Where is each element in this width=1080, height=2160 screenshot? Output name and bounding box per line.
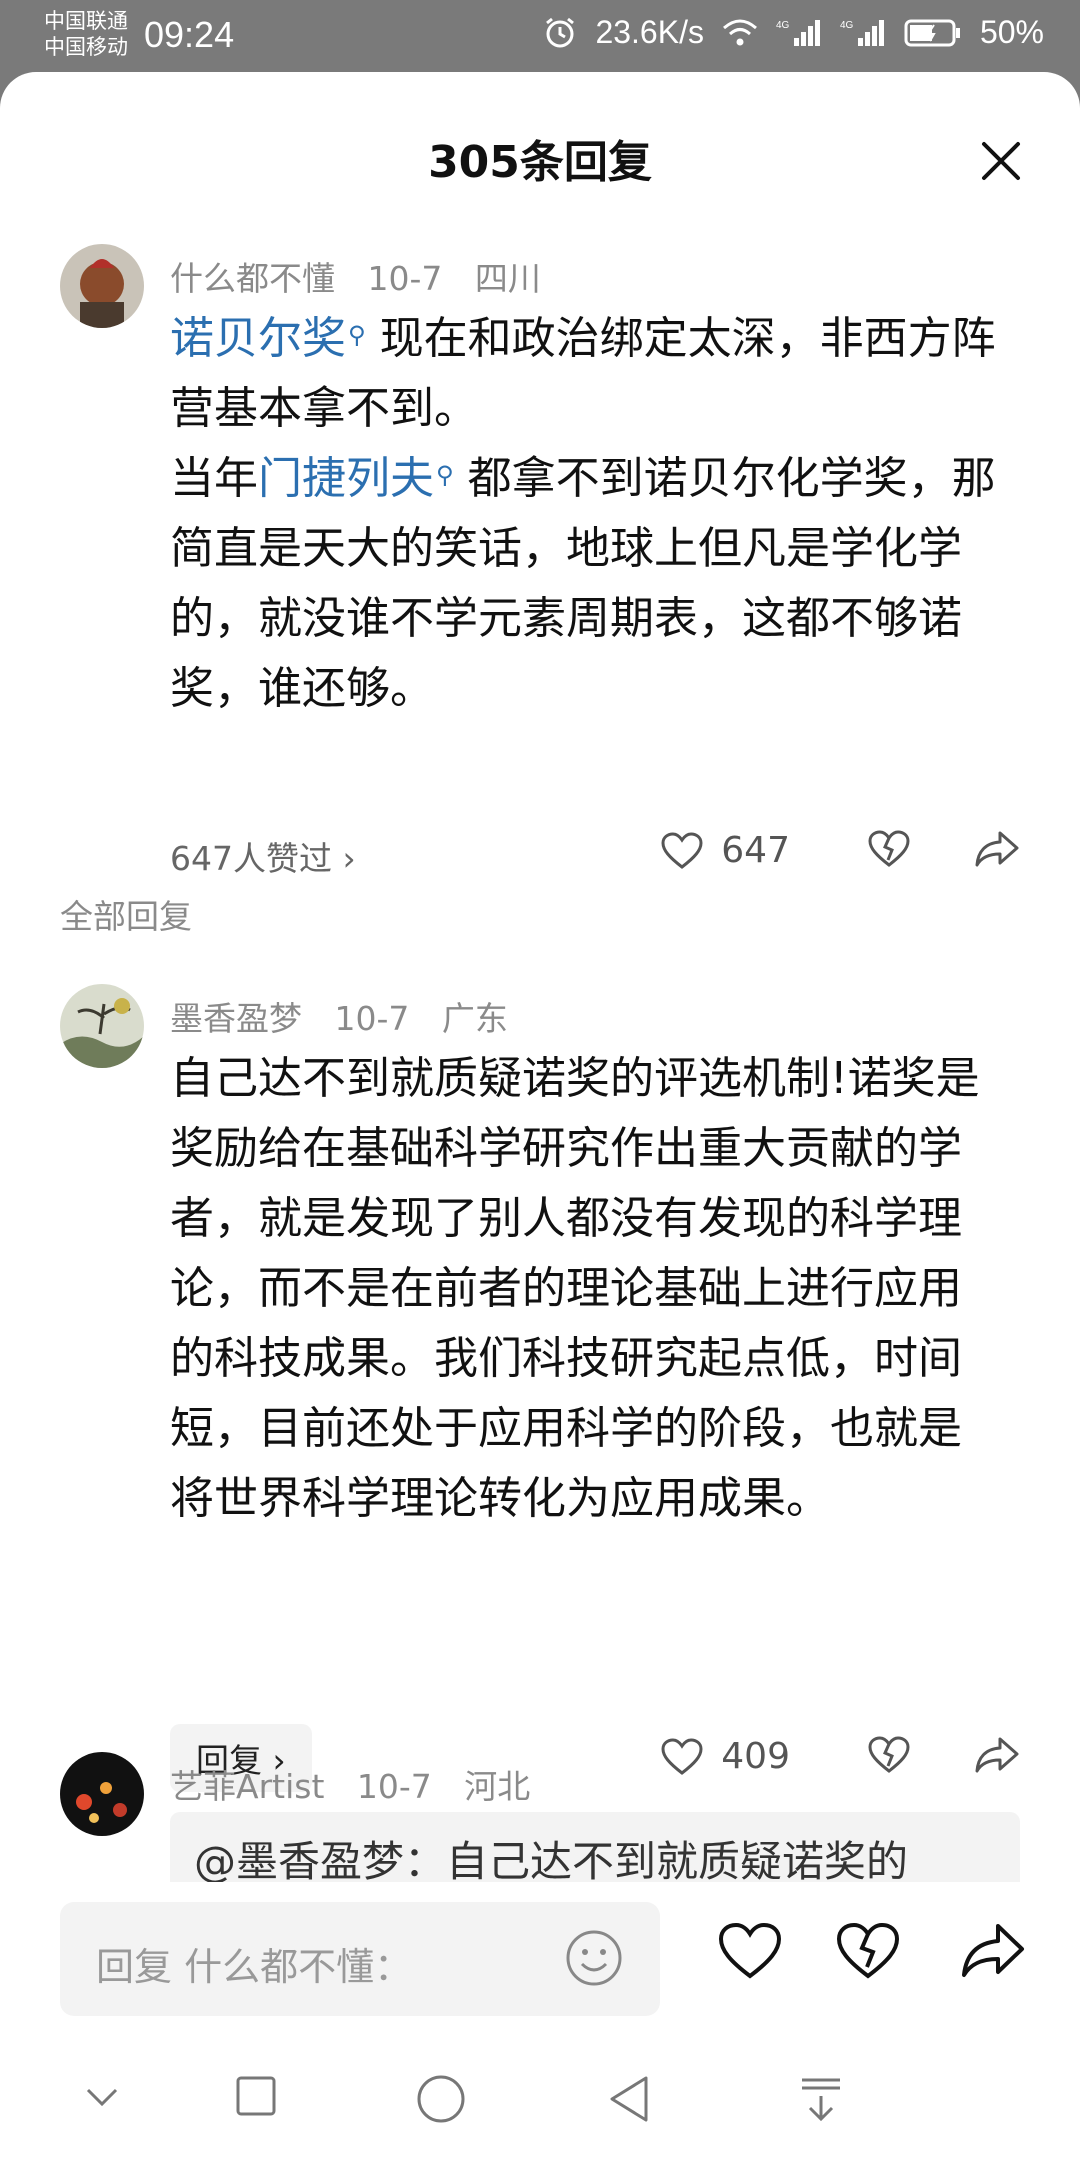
heart-icon <box>661 1737 703 1775</box>
comment-meta: 墨香盈梦 10-7 广东 <box>170 992 530 1040</box>
status-bar: 中国联通 中国移动 09:24 23.6K/s 4G 4G 50% <box>0 0 1080 74</box>
share-icon <box>975 831 1019 867</box>
comment-date: 10-7 <box>334 999 410 1038</box>
quoted-text: @墨香盈梦：自己达不到就质疑诺奖的 <box>194 1837 909 1886</box>
back-icon[interactable] <box>606 2074 652 2128</box>
comment-location: 广东 <box>441 999 508 1038</box>
avatar[interactable] <box>60 1752 144 1836</box>
recents-icon[interactable] <box>234 2074 278 2122</box>
status-icons: 23.6K/s 4G 4G 50% <box>543 14 1044 51</box>
share-button[interactable] <box>974 1736 1020 1778</box>
signal-icon-2: 4G <box>840 18 886 48</box>
system-nav-bar <box>0 2040 1080 2160</box>
heart-icon[interactable] <box>718 1922 782 1984</box>
close-icon[interactable] <box>974 134 1028 188</box>
comment-body: 诺贝尔奖⚲ 现在和政治绑定太深，非西方阵营基本拿不到。 当年门捷列夫⚲ 都拿不到诺… <box>170 313 996 714</box>
username[interactable]: 什么都不懂 <box>170 259 335 298</box>
sheet-title: 305条回复 <box>428 137 652 188</box>
comment-date: 10-7 <box>356 1767 432 1806</box>
battery-icon <box>904 18 962 48</box>
broken-heart-icon[interactable] <box>836 1922 900 1984</box>
username[interactable]: 墨香盈梦 <box>170 999 302 1038</box>
comment-meta: 什么都不懂 10-7 四川 <box>170 252 563 300</box>
broken-heart-icon <box>868 830 910 867</box>
signal-icon: 4G <box>776 18 822 48</box>
broken-heart-icon <box>868 1736 910 1773</box>
home-icon[interactable] <box>416 2074 466 2128</box>
alarm-icon <box>543 16 577 50</box>
like-button[interactable]: 409 <box>661 1736 790 1777</box>
dislike-button[interactable] <box>868 830 910 872</box>
section-label-all-replies: 全部回复 <box>60 897 192 936</box>
battery-level: 50% <box>979 14 1044 50</box>
replies-sheet: 305条回复 什么都不懂 10-7 四川 诺贝尔奖⚲ 现在和政治绑定太深，非西方… <box>0 72 1080 2160</box>
topic-link[interactable]: 诺贝尔奖⚲ <box>170 313 366 364</box>
clock: 09:24 <box>144 14 235 55</box>
svg-text:4G: 4G <box>840 20 854 31</box>
username[interactable]: 艺菲Artist <box>170 1767 324 1806</box>
topic-link[interactable]: 门捷列夫⚲ <box>258 453 454 504</box>
wifi-icon <box>722 18 758 48</box>
search-icon: ⚲ <box>348 321 366 349</box>
carrier-1: 中国联通 <box>44 9 128 33</box>
liked-by-link[interactable]: 647人赞过 › <box>170 832 356 880</box>
comment-location: 四川 <box>474 259 541 298</box>
chevron-down-icon[interactable] <box>80 2074 124 2122</box>
comment-location: 河北 <box>464 1767 531 1806</box>
net-speed: 23.6K/s <box>595 14 704 50</box>
comment-meta: 艺菲Artist 10-7 河北 <box>170 1760 552 1808</box>
carrier-2: 中国移动 <box>44 35 128 59</box>
carrier-info: 中国联通 中国移动 <box>44 8 128 60</box>
share-icon <box>975 1737 1019 1773</box>
share-icon[interactable] <box>960 1922 1026 1984</box>
avatar[interactable] <box>60 244 144 328</box>
comment-date: 10-7 <box>367 259 443 298</box>
notification-shade-icon[interactable] <box>798 2074 844 2128</box>
like-count: 409 <box>721 1736 790 1777</box>
avatar[interactable] <box>60 984 144 1068</box>
reply-input-placeholder: 回复 什么都不懂： <box>96 1945 413 1989</box>
share-button[interactable] <box>974 830 1020 872</box>
reply-input-bar: 回复 什么都不懂： <box>0 1882 1080 2062</box>
reply-input[interactable]: 回复 什么都不懂： <box>60 1902 660 2016</box>
search-icon: ⚲ <box>436 461 454 489</box>
quoted-reply[interactable]: @墨香盈梦：自己达不到就质疑诺奖的 <box>170 1812 1020 1892</box>
like-button[interactable]: 647 <box>661 830 790 871</box>
like-count: 647 <box>721 830 790 871</box>
svg-text:4G: 4G <box>776 20 790 31</box>
dislike-button[interactable] <box>868 1736 910 1778</box>
comment-body: 自己达不到就质疑诺奖的评选机制!诺奖是奖励给在基础科学研究作出重大贡献的学者，就… <box>170 1053 980 1524</box>
comment-actions: 647人赞过 › 647 <box>170 824 1020 884</box>
emoji-icon[interactable] <box>564 1928 624 1992</box>
heart-icon <box>661 831 703 869</box>
